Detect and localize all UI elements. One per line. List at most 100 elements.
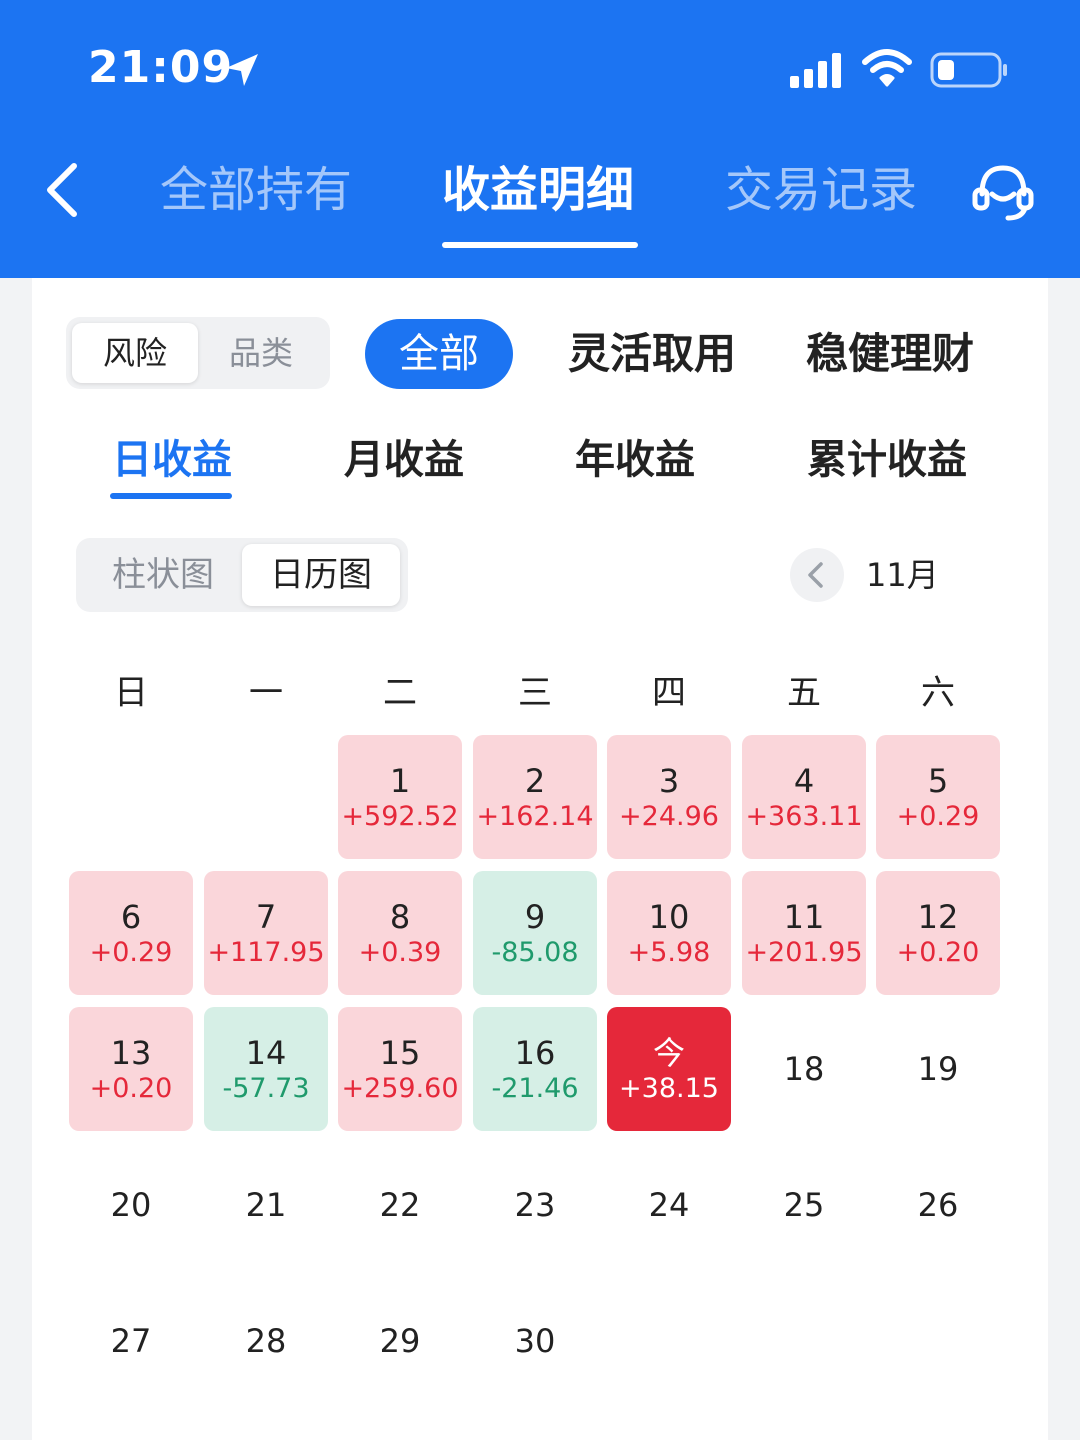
- day-income-value: +0.20: [89, 1073, 173, 1104]
- day-income-value: -21.46: [491, 1073, 579, 1104]
- category-all-button[interactable]: 全部: [365, 319, 513, 389]
- calendar-day[interactable]: 23: [473, 1143, 597, 1267]
- day-income-value: +117.95: [207, 937, 325, 968]
- day-number: 2: [524, 762, 546, 800]
- calendar-day[interactable]: 26: [876, 1143, 1000, 1267]
- chevron-left-icon: [808, 562, 823, 588]
- day-number: 5: [927, 762, 949, 800]
- calendar-day[interactable]: 19: [876, 1007, 1000, 1131]
- toggle-bar-chart[interactable]: 柱状图: [84, 544, 242, 606]
- calendar-day[interactable]: 8 +0.39: [338, 871, 462, 995]
- day-number: 7: [255, 898, 277, 936]
- tab-income-details[interactable]: 收益明细: [442, 158, 634, 222]
- calendar-day[interactable]: 9 -85.08: [473, 871, 597, 995]
- calendar-day[interactable]: 15 +259.60: [338, 1007, 462, 1131]
- day-number: 10: [648, 898, 690, 936]
- calendar-day[interactable]: 27: [69, 1279, 193, 1403]
- calendar-day[interactable]: 11 +201.95: [742, 871, 866, 995]
- battery-icon: [930, 52, 1007, 88]
- day-number: 21: [245, 1186, 287, 1224]
- day-number: 27: [110, 1322, 152, 1360]
- toggle-calendar[interactable]: 日历图: [242, 544, 400, 606]
- view-toggle: 柱状图 日历图: [76, 538, 408, 612]
- day-income-value: +363.11: [745, 801, 863, 832]
- calendar-day[interactable]: 13 +0.20: [69, 1007, 193, 1131]
- day-income-value: +24.96: [619, 801, 719, 832]
- day-number: 30: [514, 1322, 556, 1360]
- calendar-day[interactable]: 30: [473, 1279, 597, 1403]
- day-number: 25: [783, 1186, 825, 1224]
- day-number: 26: [917, 1186, 959, 1224]
- calendar-day[interactable]: 7 +117.95: [204, 871, 328, 995]
- day-number: 22: [379, 1186, 421, 1224]
- day-income-value: -85.08: [491, 937, 579, 968]
- calendar-day[interactable]: 21: [204, 1143, 328, 1267]
- day-number: 6: [120, 898, 142, 936]
- header-bar: 21:09 全部持有 收益明细 交易记录: [0, 0, 1080, 278]
- calendar-day[interactable]: 3 +24.96: [607, 735, 731, 859]
- weekday-label: 日: [114, 673, 148, 713]
- day-number: 24: [648, 1186, 690, 1224]
- wifi-icon: [862, 49, 912, 87]
- calendar-day[interactable]: 14 -57.73: [204, 1007, 328, 1131]
- day-number: 8: [389, 898, 411, 936]
- period-tab-indicator: [110, 493, 232, 499]
- day-number: 19: [917, 1050, 959, 1088]
- day-number: 12: [917, 898, 959, 936]
- tab-transaction-records[interactable]: 交易记录: [725, 158, 917, 222]
- calendar-day[interactable]: 4 +363.11: [742, 735, 866, 859]
- day-number: 16: [514, 1034, 556, 1072]
- period-tab-yearly[interactable]: 年收益: [575, 432, 695, 488]
- calendar-day[interactable]: 18: [742, 1007, 866, 1131]
- period-tab-cumulative[interactable]: 累计收益: [807, 432, 967, 488]
- calendar-day[interactable]: 28: [204, 1279, 328, 1403]
- day-number: 15: [379, 1034, 421, 1072]
- weekday-label: 六: [921, 673, 955, 713]
- day-number: 11: [783, 898, 825, 936]
- weekday-label: 四: [652, 673, 686, 713]
- day-income-value: +38.15: [619, 1073, 719, 1104]
- category-stable[interactable]: 稳健理财: [806, 323, 974, 385]
- toggle-risk[interactable]: 风险: [72, 323, 198, 383]
- day-number: 28: [245, 1322, 287, 1360]
- calendar-day[interactable]: 10 +5.98: [607, 871, 731, 995]
- weekday-label: 一: [249, 673, 283, 713]
- cellular-signal-icon: [790, 53, 841, 88]
- day-income-value: +5.98: [627, 937, 711, 968]
- group-toggle: 风险 品类: [66, 317, 330, 389]
- back-chevron-icon[interactable]: [40, 160, 84, 220]
- calendar-day[interactable]: 5 +0.29: [876, 735, 1000, 859]
- calendar-day[interactable]: 20: [69, 1143, 193, 1267]
- day-number: 20: [110, 1186, 152, 1224]
- category-flexible[interactable]: 灵活取用: [568, 323, 736, 385]
- calendar-day[interactable]: 29: [338, 1279, 462, 1403]
- calendar-day[interactable]: 12 +0.20: [876, 871, 1000, 995]
- day-income-value: +0.20: [896, 937, 980, 968]
- day-income-value: +0.39: [358, 937, 442, 968]
- period-tab-monthly[interactable]: 月收益: [344, 432, 464, 488]
- active-tab-indicator: [442, 242, 638, 248]
- tab-all-holdings[interactable]: 全部持有: [160, 158, 352, 222]
- day-income-value: +201.95: [745, 937, 863, 968]
- calendar-day[interactable]: 24: [607, 1143, 731, 1267]
- day-number: 9: [524, 898, 546, 936]
- weekday-label: 五: [787, 673, 821, 713]
- calendar-day[interactable]: 25: [742, 1143, 866, 1267]
- calendar-day[interactable]: 2 +162.14: [473, 735, 597, 859]
- day-number: 14: [245, 1034, 287, 1072]
- period-tab-daily[interactable]: 日收益: [112, 432, 232, 488]
- day-income-value: -57.73: [222, 1073, 310, 1104]
- calendar-day[interactable]: 22: [338, 1143, 462, 1267]
- location-arrow-icon: [226, 54, 258, 86]
- day-income-value: +162.14: [476, 801, 594, 832]
- calendar-day[interactable]: 16 -21.46: [473, 1007, 597, 1131]
- calendar-day[interactable]: 6 +0.29: [69, 871, 193, 995]
- calendar-day-today[interactable]: 今 +38.15: [607, 1007, 731, 1131]
- day-number: 18: [783, 1050, 825, 1088]
- toggle-category[interactable]: 品类: [198, 323, 324, 383]
- calendar-day[interactable]: 1 +592.52: [338, 735, 462, 859]
- prev-month-button[interactable]: [790, 548, 844, 602]
- day-number: 今: [652, 1034, 685, 1072]
- day-number: 1: [389, 762, 411, 800]
- customer-service-headset-icon[interactable]: [970, 158, 1036, 224]
